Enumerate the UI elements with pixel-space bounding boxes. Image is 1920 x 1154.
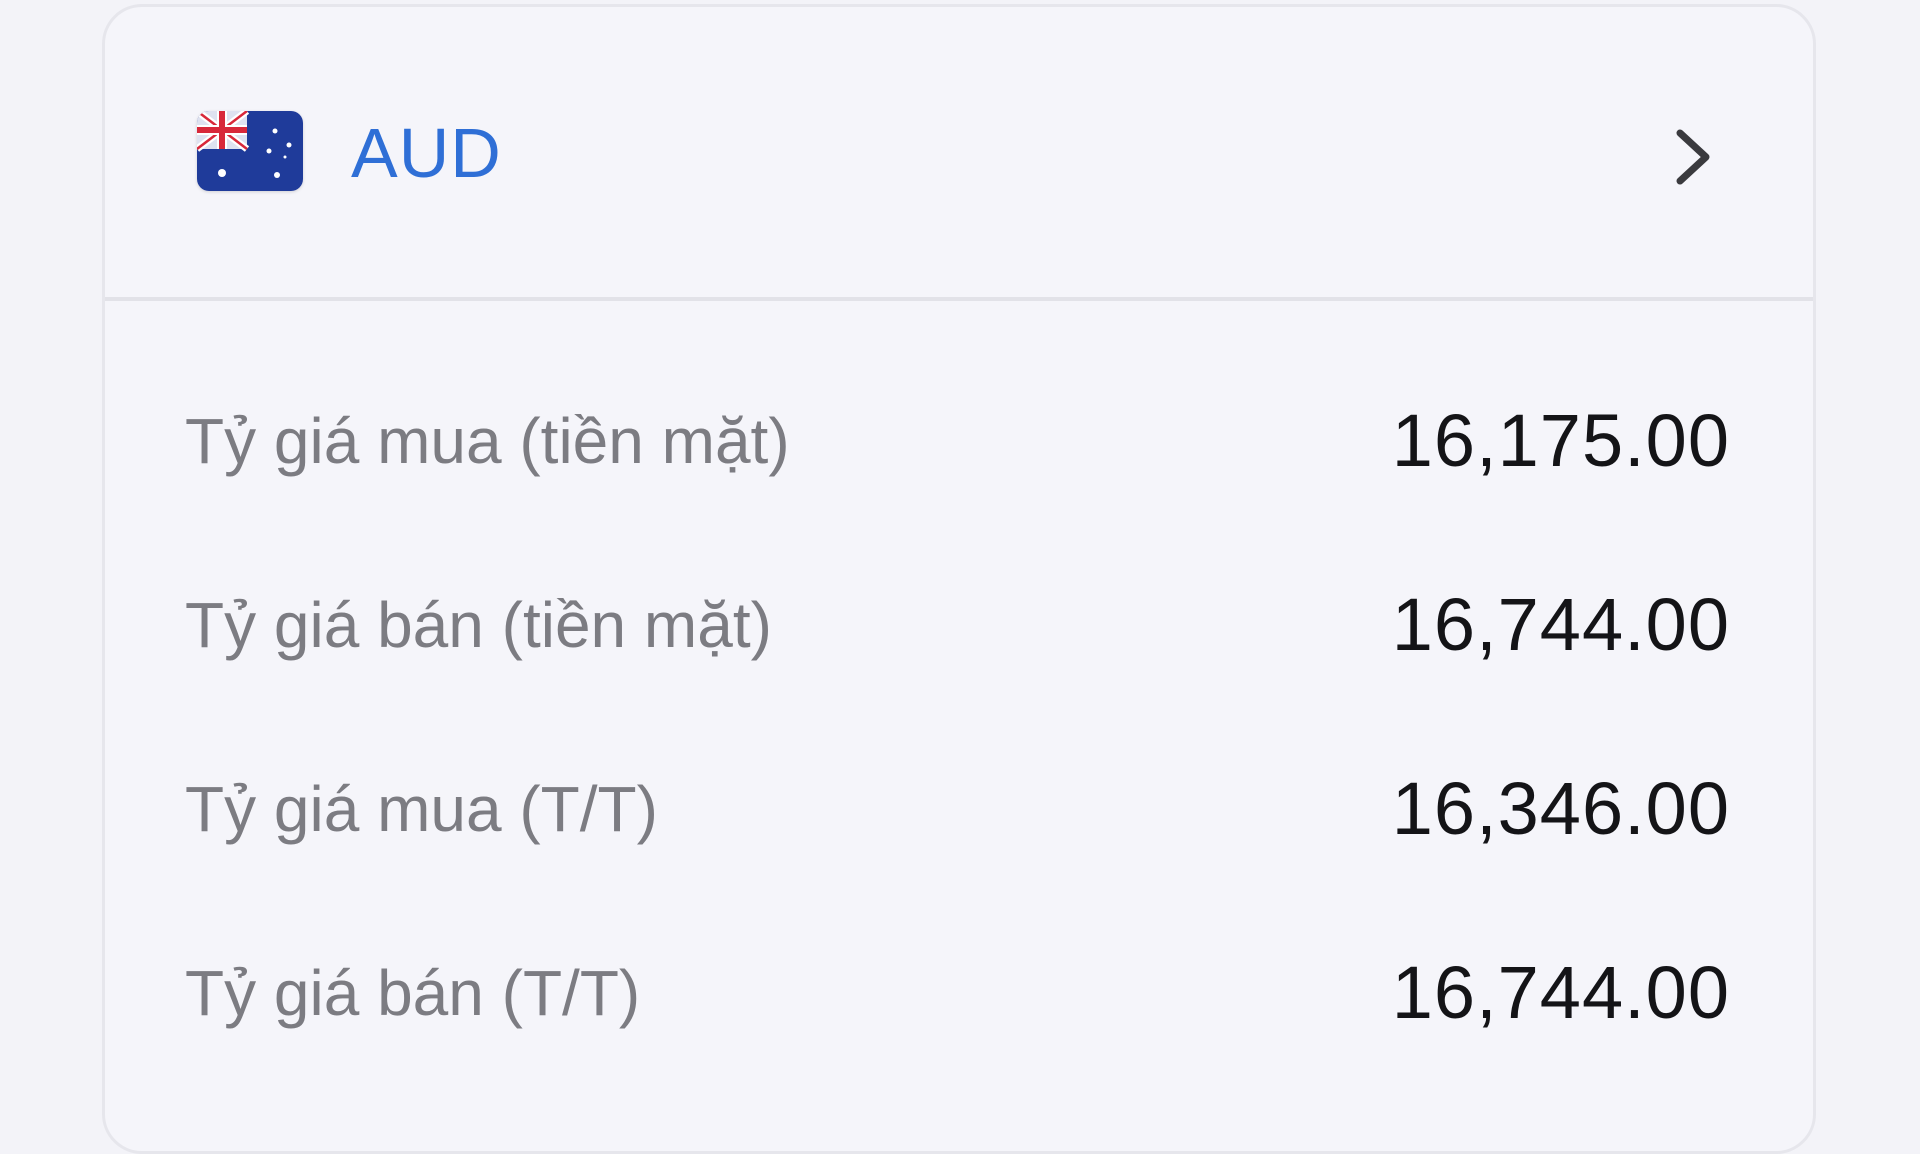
rate-label: Tỷ giá mua (tiền mặt) [185,405,790,477]
divider [105,297,1813,301]
rate-value: 16,744.00 [1391,951,1730,1034]
rate-value: 16,346.00 [1391,767,1730,850]
rate-label: Tỷ giá mua (T/T) [185,773,658,845]
rate-label: Tỷ giá bán (tiền mặt) [185,589,772,661]
chevron-right-icon[interactable] [1670,125,1716,189]
exchange-rate-card: AUD Tỷ giá mua (tiền mặt) 16,175.00 Tỷ g… [102,4,1816,1154]
australia-flag-icon [197,111,303,191]
rate-row-buy-cash: Tỷ giá mua (tiền mặt) 16,175.00 [105,381,1813,501]
rate-value: 16,744.00 [1391,583,1730,666]
currency-header[interactable]: AUD [105,7,1813,297]
rate-row-sell-cash: Tỷ giá bán (tiền mặt) 16,744.00 [105,565,1813,685]
currency-code: AUD [351,114,502,192]
rate-row-buy-tt: Tỷ giá mua (T/T) 16,346.00 [105,749,1813,869]
rate-value: 16,175.00 [1391,399,1730,482]
rate-label: Tỷ giá bán (T/T) [185,957,641,1029]
rate-row-sell-tt: Tỷ giá bán (T/T) 16,744.00 [105,933,1813,1053]
